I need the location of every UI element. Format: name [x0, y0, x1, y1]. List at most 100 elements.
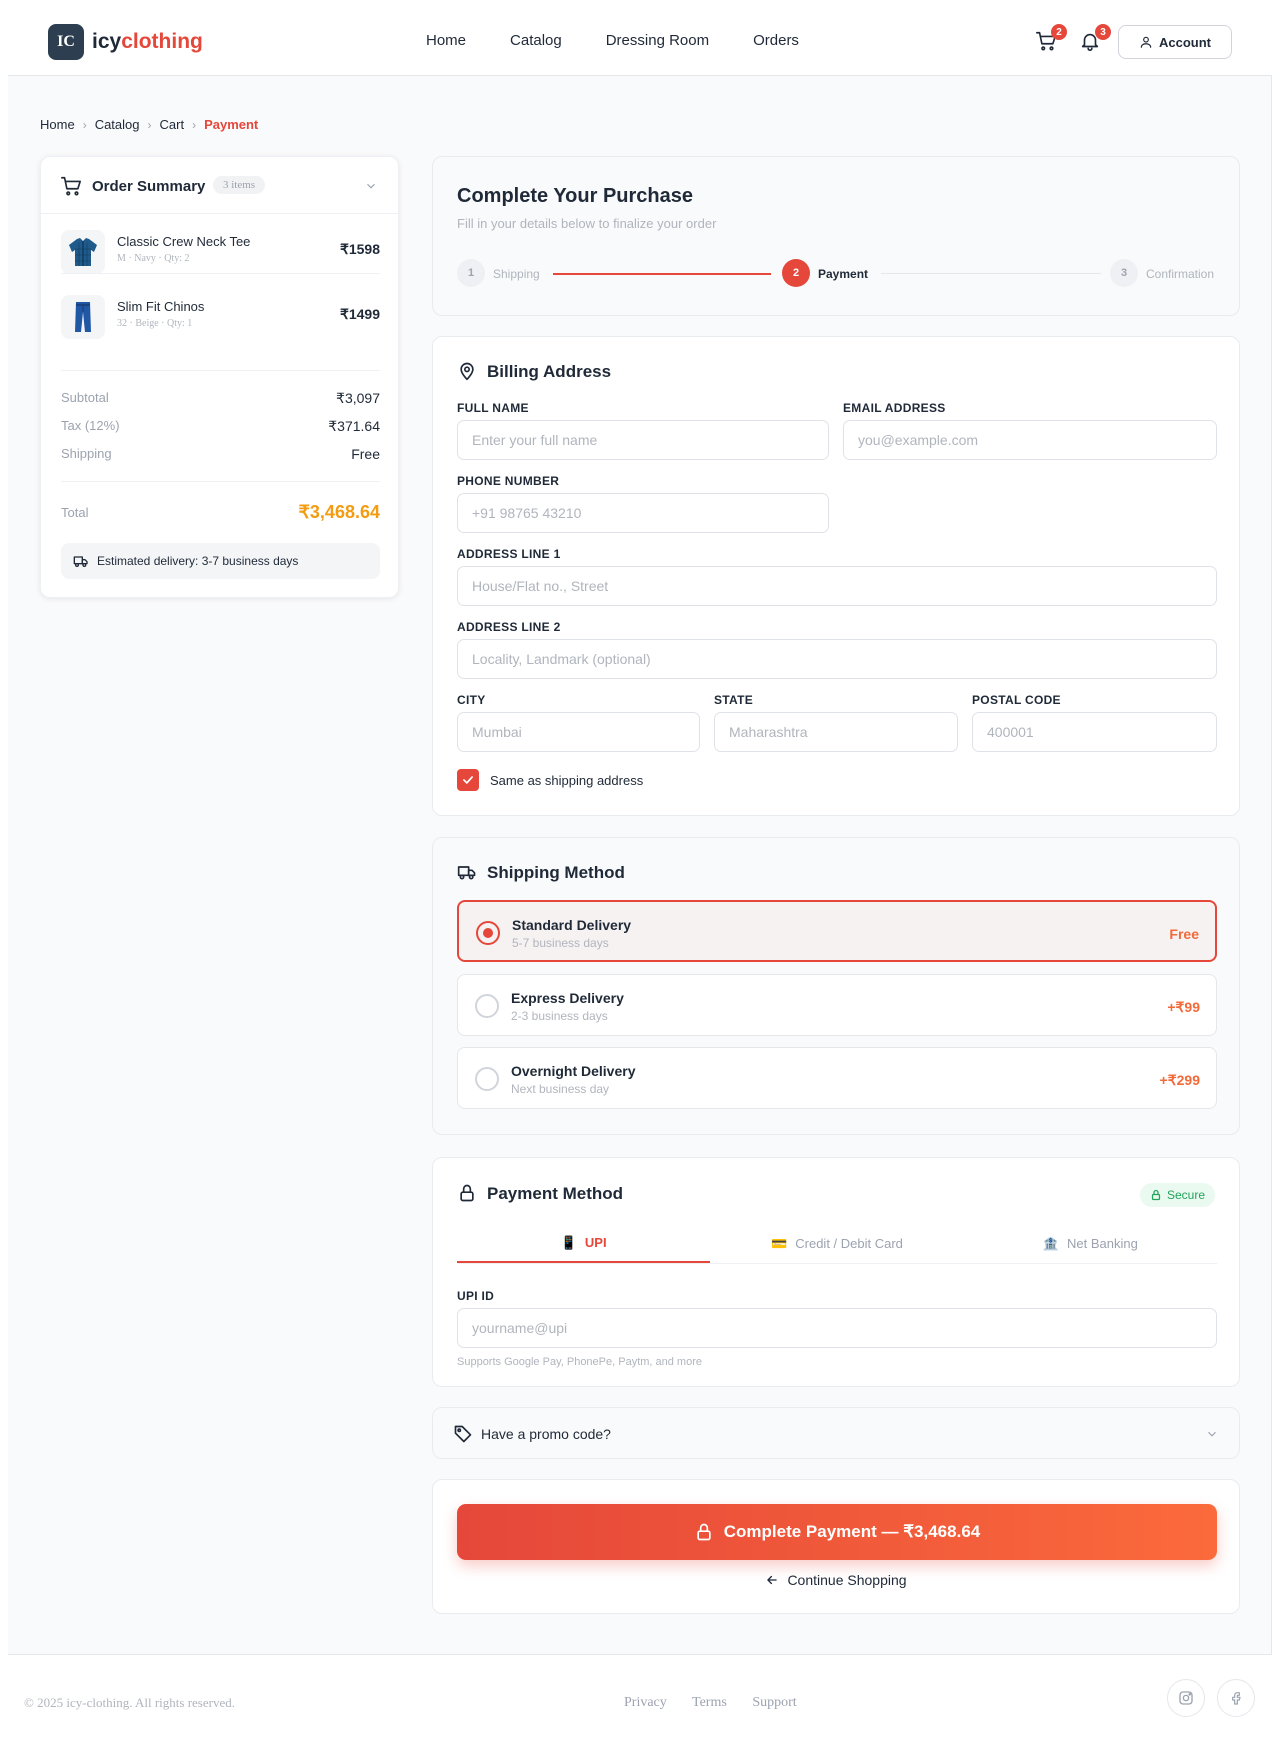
facebook-icon[interactable]	[1217, 1679, 1255, 1717]
subtotal-row: Subtotal ₹3,097	[61, 390, 380, 407]
nav-home[interactable]: Home	[426, 32, 466, 49]
logo-text[interactable]: icyclothing	[92, 30, 203, 54]
full-name-input[interactable]: Enter your full name	[457, 420, 829, 460]
radio-selected[interactable]	[476, 921, 500, 945]
cart-icon[interactable]: 2	[1035, 24, 1067, 54]
tax-row: Tax (12%) ₹371.64	[61, 418, 380, 435]
tab-net-banking[interactable]: 🏦 Net Banking	[964, 1224, 1217, 1263]
tab-label: Credit / Debit Card	[795, 1236, 903, 1251]
same-as-shipping-label[interactable]: Same as shipping address	[490, 773, 643, 788]
footer-link-support[interactable]: Support	[752, 1695, 796, 1710]
payment-method-card: Payment Method Secure 📱 UPI 💳 Credit / D…	[432, 1157, 1240, 1387]
breadcrumb-home[interactable]: Home	[40, 117, 75, 132]
order-summary-title: Order Summary	[92, 178, 206, 195]
option-title: Overnight Delivery	[511, 1063, 636, 1079]
jacket-thumbnail	[61, 230, 105, 274]
item-meta: 32 · Beige · Qty: 1	[117, 318, 193, 329]
state-input[interactable]: Maharashtra	[714, 712, 958, 752]
promo-code-toggle[interactable]: Have a promo code?	[432, 1407, 1240, 1459]
total-value: ₹3,468.64	[298, 502, 380, 522]
item-count-badge: 3 items	[213, 176, 266, 194]
radio-unselected[interactable]	[475, 1067, 499, 1091]
footer-link-privacy[interactable]: Privacy	[624, 1695, 667, 1710]
divider	[61, 481, 380, 482]
email-input[interactable]: you@example.com	[843, 420, 1217, 460]
breadcrumb-cart[interactable]: Cart	[160, 117, 185, 132]
address-line-2-input[interactable]: Locality, Landmark (optional)	[457, 639, 1217, 679]
check-icon	[463, 776, 473, 784]
subtotal-value: ₹3,097	[336, 390, 380, 406]
breadcrumb-catalog[interactable]: Catalog	[95, 117, 140, 132]
shipping-option-overnight[interactable]: Overnight Delivery Next business day +₹2…	[457, 1047, 1217, 1109]
nav-orders[interactable]: Orders	[753, 32, 799, 49]
total-label: Total	[61, 505, 89, 520]
continue-shopping-link[interactable]: Continue Shopping	[433, 1572, 1239, 1588]
shipping-option-standard[interactable]: Standard Delivery 5-7 business days Free	[457, 900, 1217, 962]
purchase-header-card: Complete Your Purchase Fill in your deta…	[432, 156, 1240, 316]
step-connector-pending	[881, 273, 1101, 274]
billing-title: Billing Address	[487, 362, 612, 381]
chevron-down-icon[interactable]	[364, 179, 378, 193]
tab-label: Net Banking	[1067, 1236, 1138, 1251]
account-label: Account	[1159, 34, 1211, 50]
same-as-shipping-checkbox[interactable]	[457, 769, 479, 791]
radio-unselected[interactable]	[475, 994, 499, 1018]
nav-dressing-room[interactable]: Dressing Room	[606, 32, 709, 49]
lock-icon	[1151, 1189, 1161, 1201]
tag-icon	[454, 1425, 472, 1443]
step-2-circle: 2	[782, 259, 810, 287]
tab-label: UPI	[584, 1235, 607, 1250]
address-line-1-input[interactable]: House/Flat no., Street	[457, 566, 1217, 606]
tab-card[interactable]: 💳 Credit / Debit Card	[710, 1224, 963, 1263]
tab-upi[interactable]: 📱 UPI	[457, 1224, 711, 1263]
map-pin-icon	[460, 362, 474, 381]
phone-label: PHONE NUMBER	[457, 474, 560, 488]
bank-icon: 🏦	[1042, 1235, 1059, 1251]
subtotal-label: Subtotal	[61, 390, 109, 405]
delivery-text: Estimated delivery: 3-7 business days	[97, 554, 299, 568]
nav-catalog[interactable]: Catalog	[510, 32, 562, 49]
upi-hint: Supports Google Pay, PhonePe, Paytm, and…	[457, 1356, 702, 1368]
divider	[61, 273, 380, 274]
upi-id-input[interactable]: yourname@upi	[457, 1308, 1217, 1348]
shipping-option-express[interactable]: Express Delivery 2-3 business days +₹99	[457, 974, 1217, 1036]
shipping-label: Shipping	[61, 446, 112, 461]
chevron-right-icon: ›	[147, 117, 152, 132]
postal-code-input[interactable]: 400001	[972, 712, 1217, 752]
promo-label: Have a promo code?	[481, 1426, 611, 1442]
top-header: IC icyclothing Home Catalog Dressing Roo…	[8, 0, 1272, 76]
lock-icon	[697, 1523, 711, 1541]
phone-input[interactable]: +91 98765 43210	[457, 493, 829, 533]
address-line-1-label: ADDRESS LINE 1	[457, 547, 561, 561]
option-subtitle: 2-3 business days	[511, 1009, 608, 1023]
item-meta: M · Navy · Qty: 2	[117, 253, 190, 264]
breadcrumb-current: Payment	[204, 117, 259, 132]
checkout-actions-card: Complete Payment — ₹3,468.64 Continue Sh…	[432, 1479, 1240, 1614]
logo-mark[interactable]: IC	[48, 24, 84, 60]
lock-icon	[460, 1184, 474, 1202]
option-subtitle: Next business day	[511, 1082, 610, 1096]
tax-label: Tax (12%)	[61, 418, 120, 433]
truck-icon	[457, 866, 476, 880]
option-price: +₹99	[1167, 999, 1200, 1015]
order-summary-header[interactable]: Order Summary 3 items	[41, 157, 398, 214]
footer-link-terms[interactable]: Terms	[692, 1695, 727, 1710]
email-label: EMAIL ADDRESS	[843, 401, 946, 415]
account-button[interactable]: Account	[1118, 25, 1232, 59]
cart-badge: 2	[1051, 24, 1067, 40]
shipping-method-card: Shipping Method Standard Delivery 5-7 bu…	[432, 837, 1240, 1135]
summary-item: Classic Crew Neck Tee M · Navy · Qty: 2 …	[61, 214, 380, 286]
logo-text-part1: icy	[92, 30, 122, 53]
option-title: Standard Delivery	[512, 917, 632, 933]
chevron-right-icon: ›	[192, 117, 197, 132]
complete-payment-button[interactable]: Complete Payment — ₹3,468.64	[457, 1504, 1217, 1560]
shipping-row: Shipping Free	[61, 446, 380, 462]
footer: © 2025 icy-clothing. All rights reserved…	[8, 1654, 1272, 1752]
city-label: CITY	[457, 693, 486, 707]
bell-icon[interactable]: 3	[1079, 24, 1111, 54]
instagram-icon[interactable]	[1167, 1679, 1205, 1717]
city-input[interactable]: Mumbai	[457, 712, 700, 752]
logo-text-part2: clothing	[121, 30, 203, 53]
page-subtitle: Fill in your details below to finalize y…	[457, 216, 717, 231]
chevron-right-icon: ›	[82, 117, 87, 132]
